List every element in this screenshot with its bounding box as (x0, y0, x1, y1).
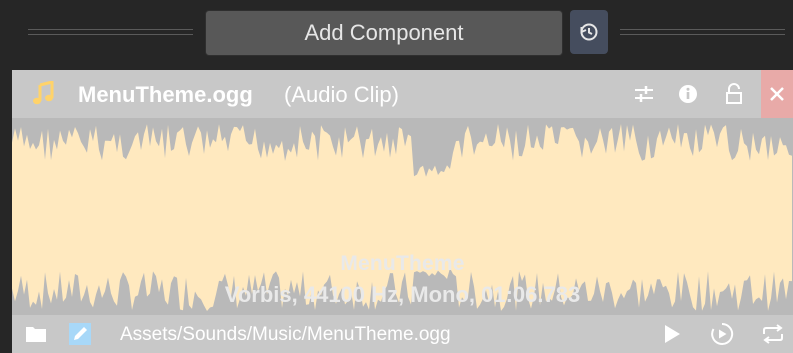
history-button[interactable] (570, 10, 608, 54)
presets-icon (635, 86, 653, 102)
presets-button[interactable] (626, 70, 662, 118)
asset-type-label: (Audio Clip) (284, 82, 399, 107)
preview-footer: Assets/Sounds/Music/MenuTheme.ogg (12, 315, 793, 353)
play-icon (665, 325, 680, 343)
close-icon (770, 87, 784, 101)
divider-line-right (620, 29, 785, 35)
show-in-folder-button[interactable] (24, 315, 48, 353)
folder-icon (26, 327, 46, 342)
info-icon (679, 85, 697, 103)
autoplay-button[interactable] (709, 315, 735, 353)
asset-name: MenuTheme.ogg (78, 82, 253, 107)
info-button[interactable] (670, 70, 706, 118)
lock-icon (726, 83, 742, 104)
asset-path: Assets/Sounds/Music/MenuTheme.ogg (120, 324, 451, 345)
music-note-icon (33, 81, 54, 105)
autoplay-icon (711, 322, 734, 345)
loop-button[interactable] (760, 315, 786, 353)
clip-format-info: Vorbis, 44100 Hz, Mono, 01:06.783 (224, 282, 581, 307)
edit-icon (69, 323, 91, 345)
clip-display-name: MenuTheme (340, 252, 465, 275)
inspector-toolbar: Add Component (0, 0, 793, 67)
play-button[interactable] (660, 315, 684, 353)
history-icon (580, 23, 598, 41)
divider-line-left (28, 29, 193, 35)
audio-clip-header[interactable]: MenuTheme.ogg (Audio Clip) (12, 70, 793, 118)
edit-asset-button[interactable] (68, 315, 92, 353)
add-component-button[interactable]: Add Component (205, 10, 563, 56)
lock-button[interactable] (716, 70, 752, 118)
loop-icon (763, 324, 783, 344)
waveform-preview: MenuTheme Vorbis, 44100 Hz, Mono, 01:06.… (12, 118, 793, 315)
close-button[interactable] (761, 70, 793, 118)
